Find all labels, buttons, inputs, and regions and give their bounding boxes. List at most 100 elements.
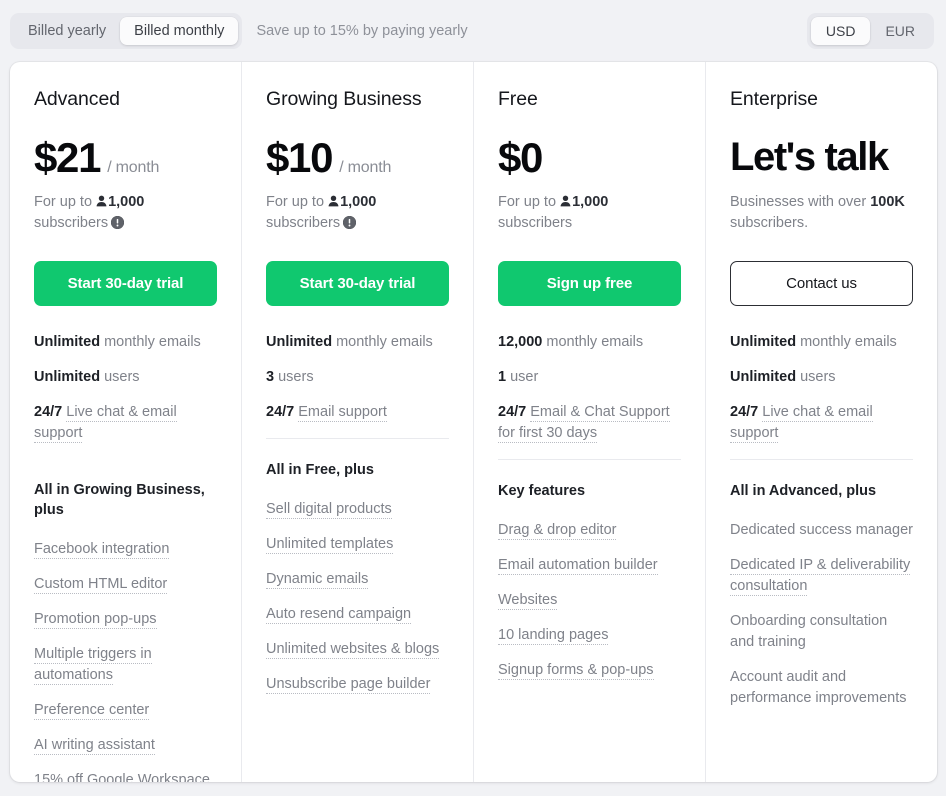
feature-label[interactable]: Email support [298, 403, 387, 422]
feature-label[interactable]: Auto resend campaign [266, 606, 412, 625]
subscriber-note: Businesses with over 100K subscribers. [730, 192, 910, 235]
feature-label[interactable]: 10 landing pages [498, 627, 609, 646]
feature-item[interactable]: 24/7 Live chat & email support [34, 402, 217, 444]
feature-item: Account audit and performance improvemen… [730, 667, 913, 709]
feature-emphasis: 12,000 [498, 333, 543, 350]
currency-toggle[interactable]: USD EUR [806, 13, 934, 49]
subscriber-note-prefix: For up to [34, 194, 93, 210]
feature-item: Unlimited monthly emails [730, 332, 913, 353]
feature-emphasis: 1 [498, 368, 507, 385]
feature-item[interactable]: Multiple triggers in automations [34, 644, 217, 686]
feature-emphasis: Unlimited [730, 333, 797, 350]
feature-item[interactable]: 24/7 Email & Chat Support for first 30 d… [498, 402, 681, 444]
feature-item[interactable]: Dynamic emails [266, 569, 449, 590]
feature-label[interactable]: 15% off Google Workspace [34, 772, 210, 782]
feature-label: users [278, 368, 314, 385]
feature-label: monthly emails [336, 333, 433, 350]
feature-item[interactable]: 10 landing pages [498, 625, 681, 646]
feature-item[interactable]: AI writing assistant [34, 735, 217, 756]
feature-item: 3 users [266, 367, 449, 388]
feature-label: monthly emails [800, 333, 897, 350]
feature-label[interactable]: Websites [498, 592, 558, 611]
feature-label[interactable]: Unlimited websites & blogs [266, 641, 440, 660]
feature-label: monthly emails [546, 333, 644, 350]
feature-item[interactable]: Facebook integration [34, 539, 217, 560]
price-row: $10 / month [266, 137, 449, 183]
feature-label[interactable]: Custom HTML editor [34, 576, 168, 595]
info-icon[interactable] [111, 215, 125, 230]
feature-item: Unlimited monthly emails [34, 332, 217, 353]
feature-label[interactable]: Multiple triggers in automations [34, 646, 152, 686]
feature-label[interactable]: AI writing assistant [34, 737, 155, 756]
feature-item[interactable]: Email automation builder [498, 555, 681, 576]
feature-label[interactable]: Drag & drop editor [498, 521, 617, 540]
pricing-page: Billed yearly Billed monthly Save up to … [0, 0, 946, 796]
feature-label[interactable]: Preference center [34, 702, 150, 721]
currency-toggle-eur[interactable]: EUR [870, 17, 930, 45]
feature-label: Dedicated success manager [730, 521, 913, 538]
feature-emphasis: Unlimited [34, 368, 101, 385]
feature-label[interactable]: Unlimited templates [266, 535, 394, 554]
feature-label[interactable]: Email automation builder [498, 557, 658, 575]
subscriber-note-suffix: subscribers. [730, 215, 809, 232]
feature-item[interactable]: Custom HTML editor [34, 574, 217, 595]
subscriber-note-suffix: subscribers [266, 215, 341, 232]
feature-list: Sell digital products Unlimited templates… [266, 497, 449, 695]
billing-toggle-monthly[interactable]: Billed monthly [120, 16, 239, 46]
section-divider [266, 437, 449, 439]
feature-label: users [104, 368, 140, 385]
subscriber-count: 1,000 [572, 194, 609, 210]
billing-toggle-yearly[interactable]: Billed yearly [14, 17, 120, 46]
feature-item[interactable]: Drag & drop editor [498, 520, 681, 541]
feature-item[interactable]: Signup forms & pop-ups [498, 660, 681, 681]
feature-item[interactable]: Unlimited templates [266, 534, 449, 555]
feature-item[interactable]: Promotion pop-ups [34, 609, 217, 630]
feature-label: Account audit and performance improvemen… [730, 669, 907, 707]
feature-item[interactable]: 15% off Google Workspace [34, 770, 217, 782]
feature-item[interactable]: Unlimited websites & blogs [266, 639, 449, 660]
cta-wrapper: Contact us [730, 260, 913, 306]
feature-item[interactable]: Dedicated IP & deliverability consultati… [730, 555, 913, 597]
feature-item[interactable]: Websites [498, 590, 681, 611]
feature-label[interactable]: Unsubscribe page builder [266, 676, 431, 695]
info-icon[interactable] [343, 215, 357, 230]
feature-emphasis: Unlimited [266, 333, 333, 350]
subscriber-note: For up to 1,000 subscribers [266, 192, 446, 235]
currency-toggle-usd[interactable]: USD [810, 17, 871, 45]
cta-button[interactable]: Start 30-day trial [266, 260, 449, 306]
feature-item: Unlimited users [34, 367, 217, 388]
feature-emphasis: Unlimited [34, 333, 101, 350]
cta-button[interactable]: Start 30-day trial [34, 260, 217, 306]
pricing-card-free: Free $0 For up to 1,000 subscribers Sign up… [474, 62, 706, 782]
subscriber-count: 100K [870, 194, 905, 210]
user-icon [328, 193, 339, 207]
feature-item[interactable]: Preference center [34, 700, 217, 721]
cta-button[interactable]: Sign up free [498, 260, 681, 306]
feature-item[interactable]: Auto resend campaign [266, 604, 449, 625]
feature-item[interactable]: Unsubscribe page builder [266, 674, 449, 695]
feature-item[interactable]: Sell digital products [266, 499, 449, 520]
plan-name: Advanced [34, 88, 120, 110]
cta-wrapper: Start 30-day trial [266, 260, 449, 306]
pricing-card-enterprise: Enterprise Let's talk Businesses with over… [706, 62, 937, 782]
billing-period-toggle[interactable]: Billed yearly Billed monthly [10, 12, 243, 50]
feature-section-heading: All in Advanced, plus [730, 482, 877, 499]
feature-item[interactable]: 24/7 Live chat & email support [730, 402, 913, 444]
pricing-toolbar: Billed yearly Billed monthly Save up to … [0, 0, 946, 62]
feature-item: 1 user [498, 367, 681, 388]
pricing-card-advanced: Advanced $21 / month For up to 1,000 subscr… [10, 62, 242, 782]
feature-label[interactable]: Signup forms & pop-ups [498, 662, 654, 681]
feature-label[interactable]: Facebook integration [34, 541, 170, 560]
feature-emphasis: 24/7 [34, 403, 63, 420]
feature-item[interactable]: 24/7 Email support [266, 402, 449, 423]
feature-label[interactable]: Dedicated IP & deliverability consultati… [730, 557, 911, 597]
cta-button[interactable]: Contact us [730, 260, 913, 306]
cta-wrapper: Start 30-day trial [34, 260, 217, 306]
feature-label[interactable]: Dynamic emails [266, 571, 369, 589]
feature-label[interactable]: Sell digital products [266, 500, 392, 519]
savings-note: Save up to 15% by paying yearly [256, 23, 468, 39]
feature-emphasis: 3 [266, 368, 275, 385]
feature-label[interactable]: Promotion pop-ups [34, 611, 157, 630]
core-features: Unlimited monthly emails 3 users 24/7 Emai… [266, 330, 449, 423]
feature-item: Unlimited users [730, 367, 913, 388]
